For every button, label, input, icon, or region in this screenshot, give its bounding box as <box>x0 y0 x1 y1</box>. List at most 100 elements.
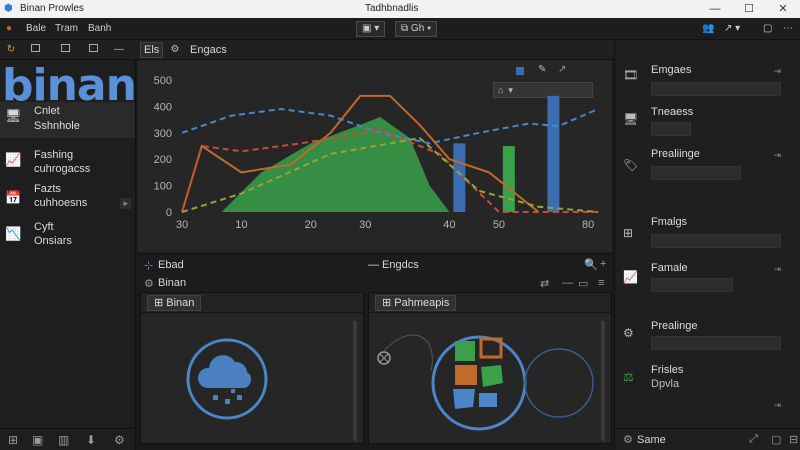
pin-icon[interactable]: ⊹ <box>144 259 153 272</box>
pin-icon[interactable]: ⇥ <box>773 400 781 411</box>
pin-icon[interactable]: ⇥ <box>773 150 781 161</box>
refresh-icon[interactable]: ↻ <box>4 43 18 56</box>
right-item-fmalgs[interactable]: ⊞ Fmalgs <box>615 212 800 256</box>
frame-icon[interactable] <box>28 43 42 56</box>
frame2-icon[interactable] <box>58 43 72 56</box>
right-item-title: Prealiinge <box>651 148 700 160</box>
expand-arrow-icon[interactable]: ▸ <box>120 198 131 209</box>
add-icon[interactable]: + <box>600 258 606 270</box>
panel-icon[interactable]: ▢ <box>763 23 772 34</box>
projector-icon: 🎞 <box>623 68 639 82</box>
monitor-icon: 🖥 <box>623 112 639 126</box>
more-icon[interactable]: ⊟ <box>789 433 798 446</box>
gear-icon[interactable]: ⚙ <box>114 433 125 447</box>
cloud-graphic <box>186 338 268 420</box>
sidebar-item-fazts[interactable]: 📅 Fazts cuhhoesns ▸ <box>0 180 135 216</box>
apps-icon[interactable]: ⊞ <box>8 433 18 447</box>
layout-dropdown[interactable]: ▣ ▾ <box>356 21 386 37</box>
right-item-frisles[interactable]: ⚖ Frisles Dpvla ⇥ <box>615 360 800 410</box>
window-icon[interactable]: ▢ <box>771 433 781 446</box>
panel-title[interactable]: ⊞ Binan <box>147 295 202 311</box>
chip-icon: ⚙ <box>623 326 634 340</box>
y-tick-label: 300 <box>154 128 172 140</box>
x-tick-label: 80 <box>582 219 594 231</box>
pin-icon[interactable]: ⇥ <box>773 66 781 77</box>
right-item-bar <box>651 278 733 292</box>
search-icon[interactable]: 🔍 <box>584 258 598 271</box>
expand-icon[interactable]: ⤢ <box>749 433 758 446</box>
menu-icon[interactable]: ≡ <box>598 277 604 289</box>
grid-icon: ⊞ <box>623 226 634 240</box>
right-footer: ⚙ Same ⤢ ▢ ⊟ <box>615 428 800 450</box>
monitor-icon: 🖥 <box>5 108 22 123</box>
view-dropdown[interactable]: ⧉ Gh ▾ <box>395 21 438 37</box>
panel-title-text: Binan <box>166 297 195 309</box>
right-item-bar <box>651 82 781 96</box>
settings-small-icon[interactable]: ⚙ <box>144 277 154 290</box>
right-item-title: Fmalgs <box>651 216 688 228</box>
chat-icon[interactable]: ▣ <box>32 433 43 447</box>
y-tick-label: 0 <box>166 207 172 219</box>
settings-icon[interactable]: ⚙ <box>168 43 182 56</box>
close-button[interactable]: ✕ <box>766 0 800 18</box>
chart-svg: 500 400 300 200 100 0 30 10 20 30 40 50 80 <box>154 75 599 231</box>
panel-title-text: Pahmeapis <box>394 297 450 309</box>
maximize-button[interactable]: ☐ <box>732 0 766 18</box>
x-tick-label: 20 <box>305 219 317 231</box>
calendar-icon: 📅 <box>5 190 22 205</box>
download-icon[interactable]: ⬇ <box>86 433 96 447</box>
right-item-tneaess[interactable]: 🖥 Tneaess <box>615 100 800 140</box>
panel-title[interactable]: ⊞ Pahmeapis <box>375 295 457 311</box>
right-item-emgaes[interactable]: 🎞 Emgaes ⇥ <box>615 58 800 98</box>
chart-panel: ✎ ↗ ⌂ ▾ 500 400 300 200 100 0 30 10 20 30 40 50 80 <box>138 60 612 252</box>
menu-item-tram[interactable]: Tram <box>55 23 78 34</box>
x-tick-label: 40 <box>443 219 455 231</box>
right-item-bar <box>651 166 741 180</box>
scrollbar[interactable] <box>353 321 357 441</box>
chart-bar <box>453 143 466 212</box>
chart-line-icon: 📈 <box>623 270 638 284</box>
window-title: Binan Prowles <box>20 3 84 14</box>
sidebar-item-title: Fazts <box>34 183 61 195</box>
menu-app-icon[interactable]: ● <box>6 23 12 34</box>
sidebar-item-sub: cuhhoesns <box>34 197 88 209</box>
right-item-prealiinge[interactable]: 🏷 Prealiinge ⇥ <box>615 144 800 188</box>
minimize-panel-icon[interactable]: — <box>562 277 573 289</box>
frame3-icon[interactable] <box>86 43 100 56</box>
sidebar-item-sub: cuhrogacss <box>34 163 91 175</box>
right-item-prealinge[interactable]: ⚙ Prealinge <box>615 316 800 360</box>
right-item-bar <box>651 122 691 136</box>
minimize-button[interactable]: — <box>698 0 732 18</box>
tab-els[interactable]: Els <box>140 42 164 58</box>
dash-icon[interactable]: — <box>112 43 126 56</box>
strip-left-label: Ebad <box>158 259 184 271</box>
x-tick-label: 10 <box>235 219 247 231</box>
pin-icon[interactable]: ⇥ <box>773 264 781 275</box>
menu-item-banh[interactable]: Banh <box>88 23 111 34</box>
connect-icon[interactable]: ⇄ <box>540 277 549 290</box>
menu-item-bale[interactable]: Bale <box>26 23 46 34</box>
sidebar-item-cnlet[interactable]: 🖥 Cnlet Sshnhole <box>0 102 135 138</box>
sidebar-item-fashing[interactable]: 📈 Fashing cuhrogacss <box>0 144 135 180</box>
sidebar-footer: ⊞ ▣ ▥ ⬇ ⚙ <box>0 428 136 450</box>
panel-header: ⊞ Binan <box>141 293 363 313</box>
y-tick-label: 500 <box>154 75 172 87</box>
window-icon[interactable]: ▭ <box>578 277 588 290</box>
right-item-title: Tneaess <box>651 106 694 118</box>
footer-label: Same <box>637 434 666 446</box>
sidebar-item-title: Fashing <box>34 149 74 161</box>
x-tick-label: 30 <box>359 219 371 231</box>
sidebar-item-cyft[interactable]: 📉 Cyft Onsiars <box>0 218 135 254</box>
panel-header: ⊞ Pahmeapis <box>369 293 611 313</box>
book-icon[interactable]: ▥ <box>58 433 69 447</box>
y-tick-label: 400 <box>154 101 172 113</box>
share-icon[interactable]: ↗ ▾ <box>724 23 740 34</box>
scale-icon: ⚖ <box>623 370 634 384</box>
strip-center-label: Engdcs <box>382 259 419 271</box>
area-series <box>221 116 450 212</box>
users-icon[interactable]: 👥 <box>702 23 714 34</box>
overflow-icon[interactable]: ⋯ <box>783 23 793 34</box>
gear-icon[interactable]: ⚙ <box>623 433 633 446</box>
left-sidebar: binan 🖥 Cnlet Sshnhole 📈 Fashing cuhroga… <box>0 60 137 450</box>
right-item-famale[interactable]: 📈 Famale ⇥ <box>615 258 800 302</box>
